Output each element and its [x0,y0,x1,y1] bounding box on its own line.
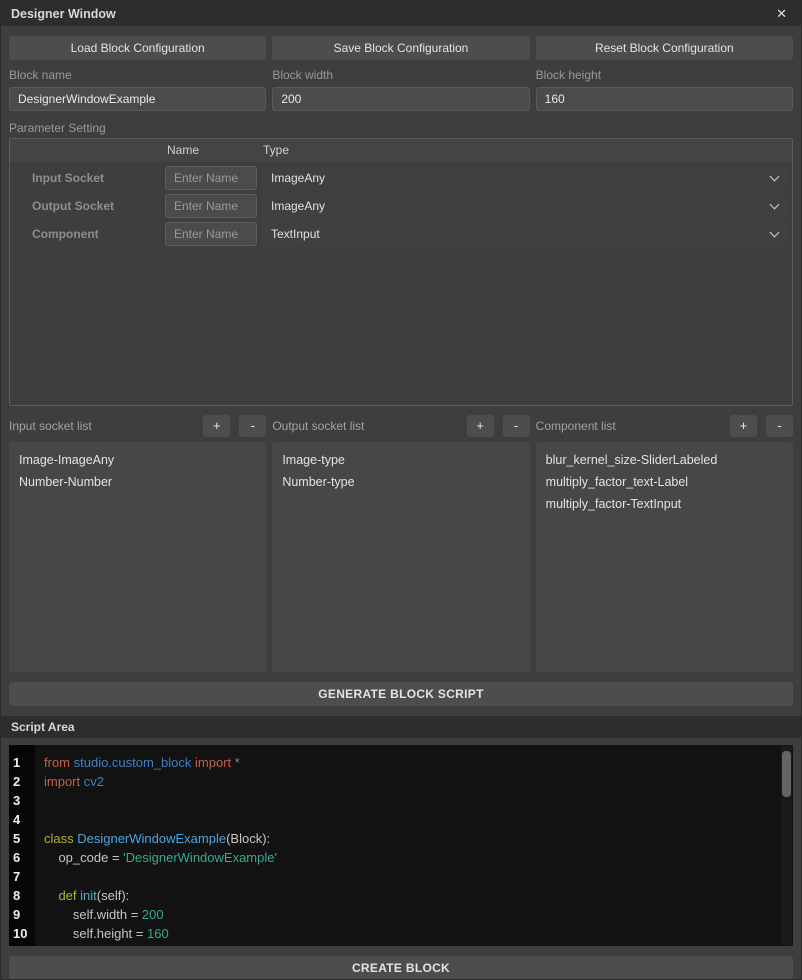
chevron-down-icon [770,227,780,237]
component-list-label: Component list [536,419,730,433]
block-width-label: Block width [272,68,529,82]
block-height-field[interactable] [536,87,793,111]
output-socket-list-section: Output socket list + - Image-typeNumber-… [272,414,529,672]
block-name-label: Block name [9,68,266,82]
input-socket-label: Input Socket [32,166,104,190]
block-name-field[interactable] [9,87,266,111]
line-number: 1 [9,753,35,772]
block-width-field[interactable] [272,87,529,111]
input-socket-row: Input Socket ImageAny [10,166,792,190]
component-remove-button[interactable]: - [766,415,793,437]
script-editor[interactable]: 1from studio.custom_block import *2impor… [9,745,793,946]
component-add-button[interactable]: + [730,415,757,437]
title-bar: Designer Window ✕ [1,1,801,26]
output-socket-type-value: ImageAny [271,199,771,213]
component-list[interactable]: blur_kernel_size-SliderLabeledmultiply_f… [536,442,793,672]
line-number: 9 [9,905,35,924]
input-socket-list-label: Input socket list [9,419,203,433]
input-socket-list-section: Input socket list + - Image-ImageAnyNumb… [9,414,266,672]
line-number: 10 [9,924,35,943]
name-column-header: Name [167,139,199,162]
input-socket-add-button[interactable]: + [203,415,230,437]
code-line-text [35,867,48,886]
code-line-text: import cv2 [35,772,104,791]
output-socket-remove-button[interactable]: - [503,415,530,437]
input-socket-name-field[interactable] [165,166,257,190]
list-item[interactable]: Number-Number [9,471,266,493]
output-socket-name-field[interactable] [165,194,257,218]
code-line-text: op_code = 'DesignerWindowExample' [35,848,277,867]
component-list-section: Component list + - blur_kernel_size-Slid… [536,414,793,672]
component-type-select[interactable]: TextInput [261,222,788,246]
output-socket-type-select[interactable]: ImageAny [261,194,788,218]
component-row: Component TextInput [10,222,792,246]
reset-block-configuration-button[interactable]: Reset Block Configuration [536,36,793,60]
list-item[interactable]: blur_kernel_size-SliderLabeled [536,449,793,471]
input-socket-type-value: ImageAny [271,171,771,185]
generate-block-script-button[interactable]: GENERATE BLOCK SCRIPT [9,682,793,706]
code-line-text: def init(self): [35,886,129,905]
chevron-down-icon [770,199,780,209]
output-socket-list-label: Output socket list [272,419,466,433]
line-number: 5 [9,829,35,848]
output-socket-label: Output Socket [32,194,114,218]
code-line-text: from studio.custom_block import * [35,753,240,772]
list-item[interactable]: multiply_factor_text-Label [536,471,793,493]
component-label: Component [32,222,99,246]
create-block-button[interactable]: CREATE BLOCK [9,956,793,980]
code-line-text [35,791,48,810]
component-type-value: TextInput [271,227,771,241]
list-item[interactable]: Image-type [272,449,529,471]
line-number: 4 [9,810,35,829]
parameter-setting-group: Name Type Input Socket ImageAny Output S… [9,138,793,406]
code-lines: 1from studio.custom_block import *2impor… [9,745,793,943]
input-socket-type-select[interactable]: ImageAny [261,166,788,190]
close-icon[interactable]: ✕ [772,5,791,22]
code-line-text: class DesignerWindowExample(Block): [35,829,270,848]
line-number: 7 [9,867,35,886]
parameter-table-header: Name Type [10,139,792,162]
list-item[interactable]: multiply_factor-TextInput [536,493,793,515]
code-line-text: self.width = 200 [35,905,164,924]
line-number: 3 [9,791,35,810]
parameter-setting-label: Parameter Setting [9,121,793,135]
line-number: 6 [9,848,35,867]
chevron-down-icon [770,171,780,181]
input-socket-remove-button[interactable]: - [239,415,266,437]
input-socket-list[interactable]: Image-ImageAnyNumber-Number [9,442,266,672]
script-area-label: Script Area [1,716,801,738]
type-column-header: Type [263,139,289,162]
list-item[interactable]: Number-type [272,471,529,493]
output-socket-list[interactable]: Image-typeNumber-type [272,442,529,672]
block-height-label: Block height [536,68,793,82]
editor-scrollbar-thumb[interactable] [782,751,791,797]
output-socket-add-button[interactable]: + [467,415,494,437]
code-line-text [35,810,48,829]
save-block-configuration-button[interactable]: Save Block Configuration [272,36,529,60]
component-name-field[interactable] [165,222,257,246]
output-socket-row: Output Socket ImageAny [10,194,792,218]
designer-window: Designer Window ✕ Load Block Configurati… [0,0,802,980]
code-line-text: self.height = 160 [35,924,169,943]
window-title: Designer Window [11,7,772,21]
line-number: 8 [9,886,35,905]
load-block-configuration-button[interactable]: Load Block Configuration [9,36,266,60]
list-item[interactable]: Image-ImageAny [9,449,266,471]
line-number: 2 [9,772,35,791]
